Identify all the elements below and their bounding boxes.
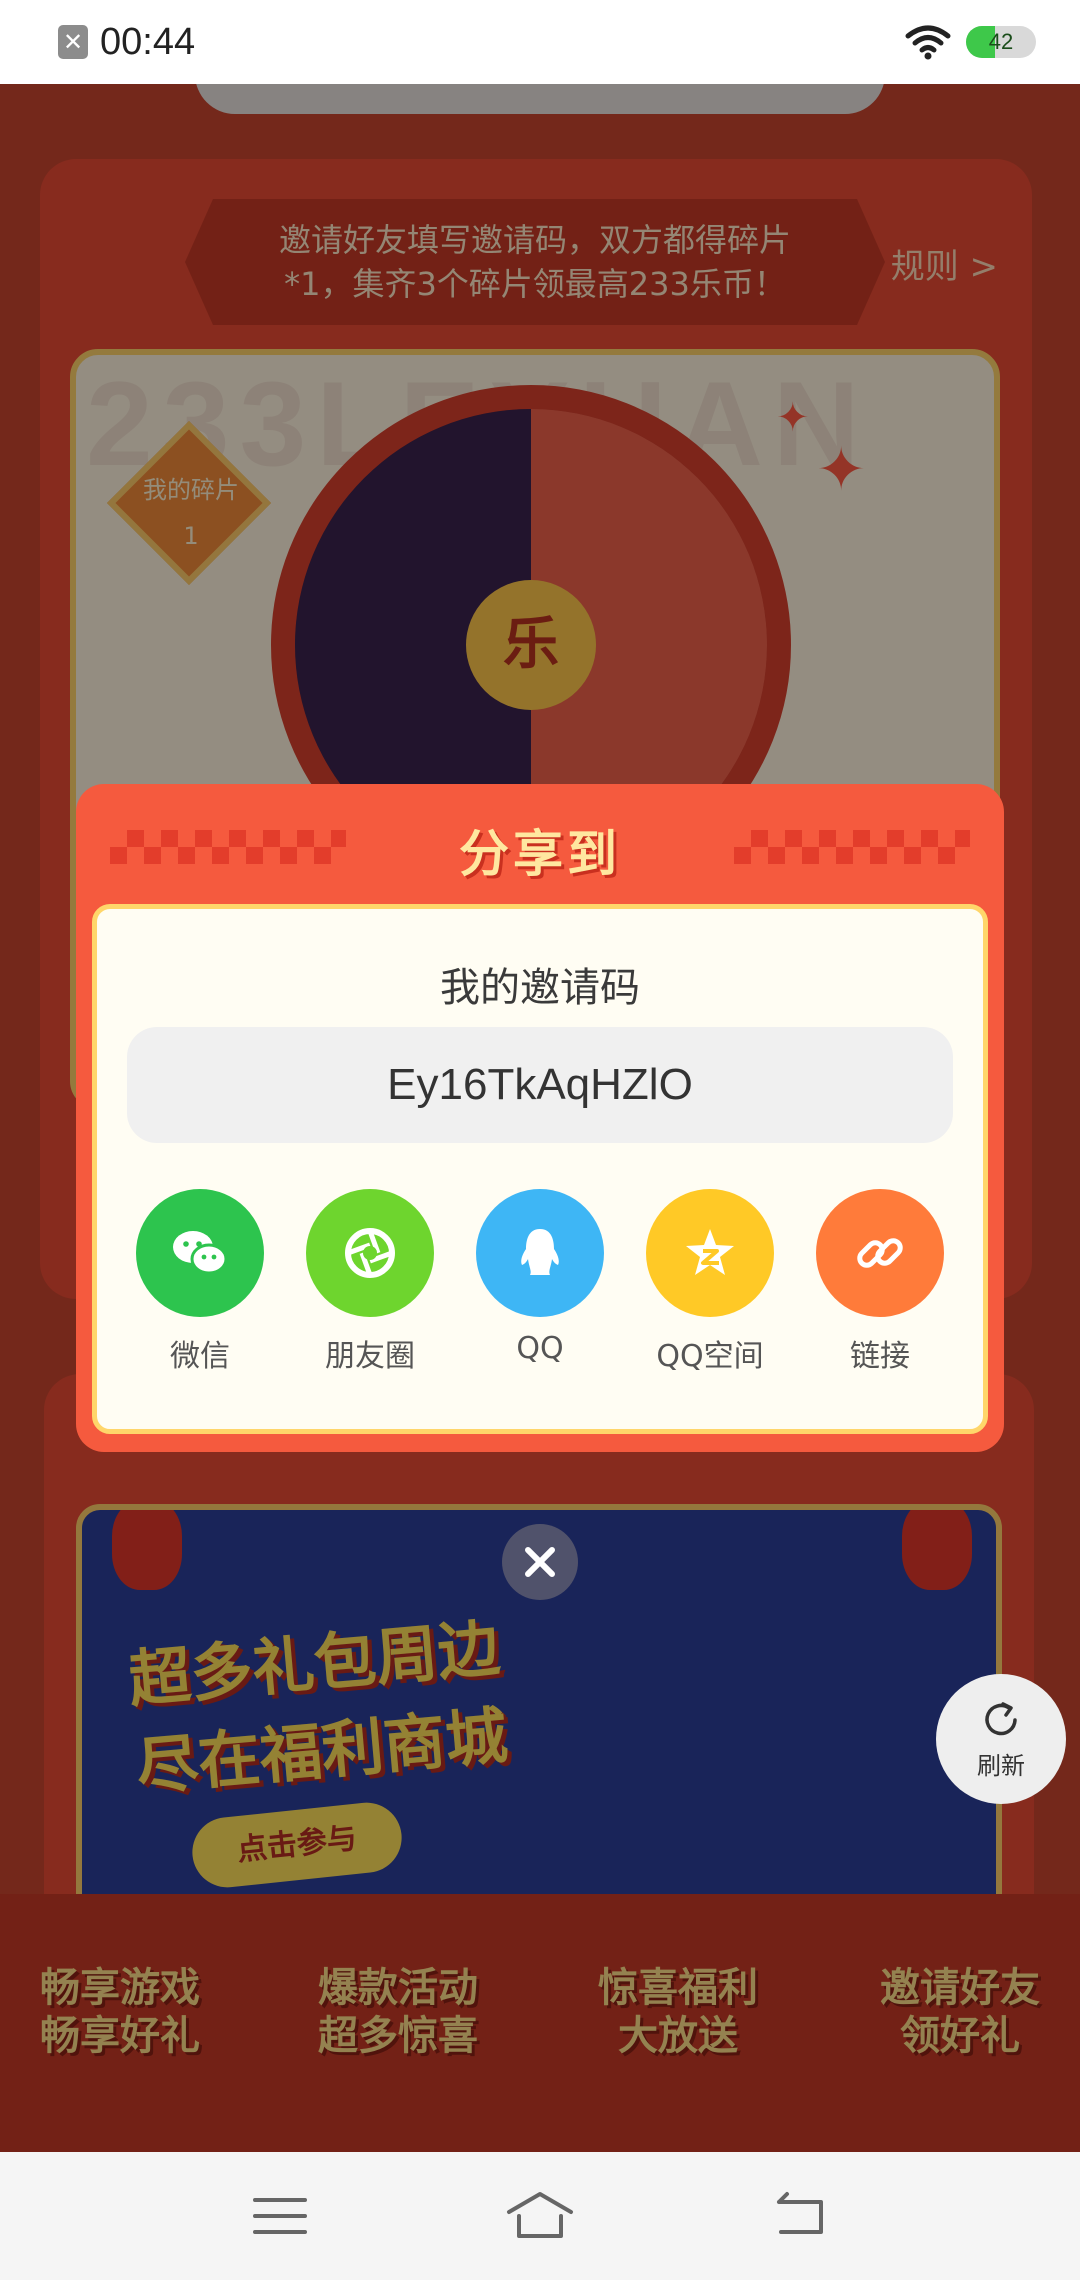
share-qq-button[interactable]: QQ [465, 1189, 615, 1375]
home-icon [507, 2192, 573, 2238]
invite-code-field[interactable]: Ey16TkAqHZlO [127, 1027, 953, 1143]
wechat-icon [136, 1189, 264, 1317]
back-button[interactable] [755, 2181, 845, 2251]
status-bar: ✕ 00:44 42 [0, 0, 1080, 84]
share-moments-button[interactable]: 朋友圈 [295, 1189, 445, 1375]
moments-icon [306, 1189, 434, 1317]
back-icon [777, 2192, 823, 2234]
invite-code-label: 我的邀请码 [440, 965, 640, 1011]
dialog-title: 分享到 [459, 825, 621, 883]
battery-level: 42 [988, 29, 1014, 54]
refresh-icon [985, 1701, 1017, 1735]
notification-x-icon: ✕ [58, 25, 88, 59]
share-qzone-button[interactable]: QQ空间 [635, 1189, 785, 1375]
share-options: 微信 朋友圈 QQ QQ空间 链接 [117, 1189, 963, 1375]
home-button[interactable] [495, 2181, 585, 2251]
refresh-label: 刷新 [977, 1751, 1025, 1780]
share-label: QQ空间 [656, 1339, 764, 1374]
qq-icon [476, 1189, 604, 1317]
battery-icon: 42 [966, 26, 1036, 58]
system-navigation-bar [0, 2152, 1080, 2280]
close-dialog-button[interactable] [502, 1524, 578, 1600]
wifi-icon [905, 25, 951, 60]
share-dialog: 分享到 我的邀请码 Ey16TkAqHZlO 微信 朋友圈 QQ QQ空间 链接 [76, 784, 1004, 1452]
menu-icon [253, 2198, 307, 2234]
dialog-body: 我的邀请码 Ey16TkAqHZlO 微信 朋友圈 QQ QQ空间 链接 [92, 904, 988, 1434]
share-link-button[interactable]: 链接 [805, 1189, 955, 1375]
link-icon [816, 1189, 944, 1317]
close-icon [525, 1547, 555, 1577]
share-label: QQ [516, 1331, 564, 1366]
refresh-button[interactable]: 刷新 [936, 1674, 1066, 1804]
share-label: 链接 [850, 1339, 910, 1374]
status-time: 00:44 [100, 20, 196, 63]
menu-button[interactable] [235, 2181, 325, 2251]
share-label: 朋友圈 [325, 1339, 415, 1374]
share-label: 微信 [170, 1339, 230, 1374]
share-wechat-button[interactable]: 微信 [125, 1189, 275, 1375]
qzone-icon [646, 1189, 774, 1317]
